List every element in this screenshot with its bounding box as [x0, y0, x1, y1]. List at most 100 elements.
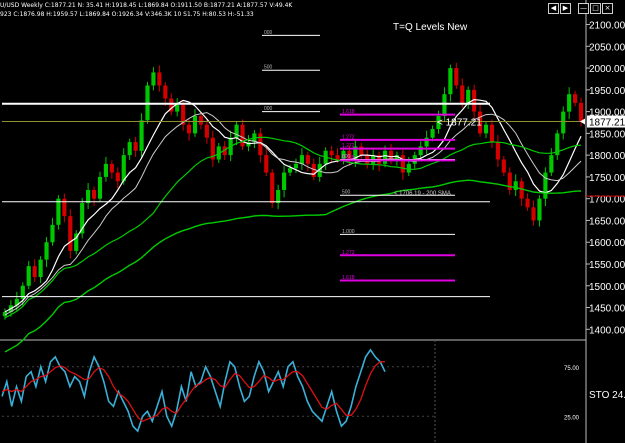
stoch-tick-label: 75.00: [564, 366, 580, 372]
candle-body: [163, 85, 168, 99]
price-tick-label: 2000.00: [589, 64, 625, 75]
candle-body: [578, 102, 584, 122]
price-tick-label: 1600.00: [589, 238, 625, 249]
candle-body: [44, 242, 49, 260]
price-tick-label: 2050.00: [589, 42, 625, 53]
stoch-tick-label: 25.00: [564, 415, 580, 421]
candle-body: [329, 150, 334, 156]
candle-body: [400, 155, 405, 173]
level-label: 500: [264, 65, 273, 71]
level-label: 1.272: [342, 134, 355, 140]
candle: [56, 195, 61, 230]
candle-body: [139, 120, 144, 151]
candle-body: [495, 142, 500, 160]
candle-body: [537, 198, 542, 221]
candle: [80, 197, 85, 239]
maximize-button[interactable]: □: [590, 3, 601, 14]
close-icon: ×: [604, 4, 611, 12]
chart-canvas[interactable]: 2100.002050.002000.001950.001900.001850.…: [0, 0, 625, 443]
level-label: 1.618: [342, 275, 355, 281]
level-label: 000: [264, 106, 273, 112]
chevron-right-icon: ▶: [562, 4, 569, 12]
candle-body: [573, 94, 578, 103]
candle-body: [489, 124, 495, 143]
candle-body: [442, 94, 447, 116]
candle-body: [115, 172, 120, 182]
candle-body: [240, 124, 245, 147]
candle-body: [561, 111, 566, 134]
candle-body: [97, 176, 103, 199]
minimize-button[interactable]: —: [578, 3, 589, 14]
candle-body: [335, 155, 340, 160]
candle-body: [549, 155, 554, 173]
candle-body: [38, 259, 43, 278]
candle-body: [204, 124, 209, 138]
candle-body: [103, 163, 109, 177]
candle-body: [192, 115, 198, 134]
candle-body: [198, 115, 204, 125]
candle-body: [186, 124, 192, 134]
candle-body: [91, 189, 97, 199]
candle-body: [32, 266, 37, 278]
price-tick-label: 1750.00: [589, 173, 625, 184]
price-tick-label: 1850.00: [589, 129, 625, 140]
price-tick-label: 1950.00: [589, 86, 625, 97]
price-tick-label: 1800.00: [589, 151, 625, 162]
indicator-quote-line: 923 C:1876.98 H:1959.57 L:1869.84 O:1926…: [0, 11, 254, 18]
price-tick-label: 1550.00: [589, 260, 625, 271]
level-label: 500: [342, 190, 351, 196]
candle-body: [151, 72, 156, 86]
level-label: 000: [264, 30, 273, 36]
candle: [74, 230, 79, 255]
close-button[interactable]: ×: [602, 3, 613, 14]
candle-body: [513, 181, 518, 190]
candle-body: [454, 68, 459, 86]
candle-body: [382, 150, 388, 164]
candle-body: [311, 163, 316, 177]
minimize-icon: —: [580, 4, 587, 12]
level-label: 1.618: [342, 109, 355, 115]
candle-body: [460, 85, 465, 103]
price-tick-label: 1500.00: [589, 282, 625, 293]
candle-body: [270, 172, 275, 204]
price-tick-label: 1450.00: [589, 304, 625, 315]
candle-body: [56, 198, 61, 225]
candle-body: [264, 155, 269, 173]
price-tick-label: 1650.00: [589, 216, 625, 227]
candle-body: [133, 142, 138, 151]
candle-body: [531, 207, 536, 221]
candle-body: [68, 216, 73, 251]
symbol-quote-line: U/USD Weekly C:1877.21 N: 35.41 H:1918.4…: [0, 2, 293, 9]
candle-body: [175, 105, 180, 112]
level-label: 1.272: [342, 143, 355, 149]
info-bar: U/USD Weekly C:1877.21 N: 35.41 H:1918.4…: [0, 0, 585, 20]
candle-body: [293, 163, 299, 169]
level-label: 1.272: [342, 250, 355, 256]
candle-body: [234, 124, 239, 138]
maximize-icon: □: [592, 4, 599, 12]
candle-body: [388, 150, 394, 160]
last-price-label: < 1877.21: [437, 118, 482, 129]
last-price-tag-label: 1877.21: [589, 118, 625, 129]
scroll-right-button[interactable]: ▶: [560, 3, 571, 14]
candle-body: [483, 124, 489, 134]
candle-body: [26, 266, 31, 286]
candle-body: [127, 142, 132, 156]
scroll-left-button[interactable]: ◀: [548, 3, 559, 14]
candle-body: [299, 155, 304, 164]
candle-body: [109, 163, 114, 173]
price-tick-label: 1400.00: [589, 325, 625, 336]
price-tick-label: 2100.00: [589, 21, 625, 32]
candle-body: [430, 129, 435, 138]
candle-body: [50, 224, 55, 243]
candle-body: [282, 172, 287, 190]
chart-title: T=Q Levels New: [393, 22, 468, 33]
level-label: 1.618: [342, 155, 355, 161]
candle-body: [86, 189, 91, 204]
candle-body: [501, 159, 506, 173]
candle-body: [276, 189, 281, 204]
candle-body: [448, 68, 453, 95]
stoch-value-label: STO 24.: [589, 390, 625, 401]
candle-body: [466, 89, 471, 103]
candle-body: [406, 163, 411, 173]
